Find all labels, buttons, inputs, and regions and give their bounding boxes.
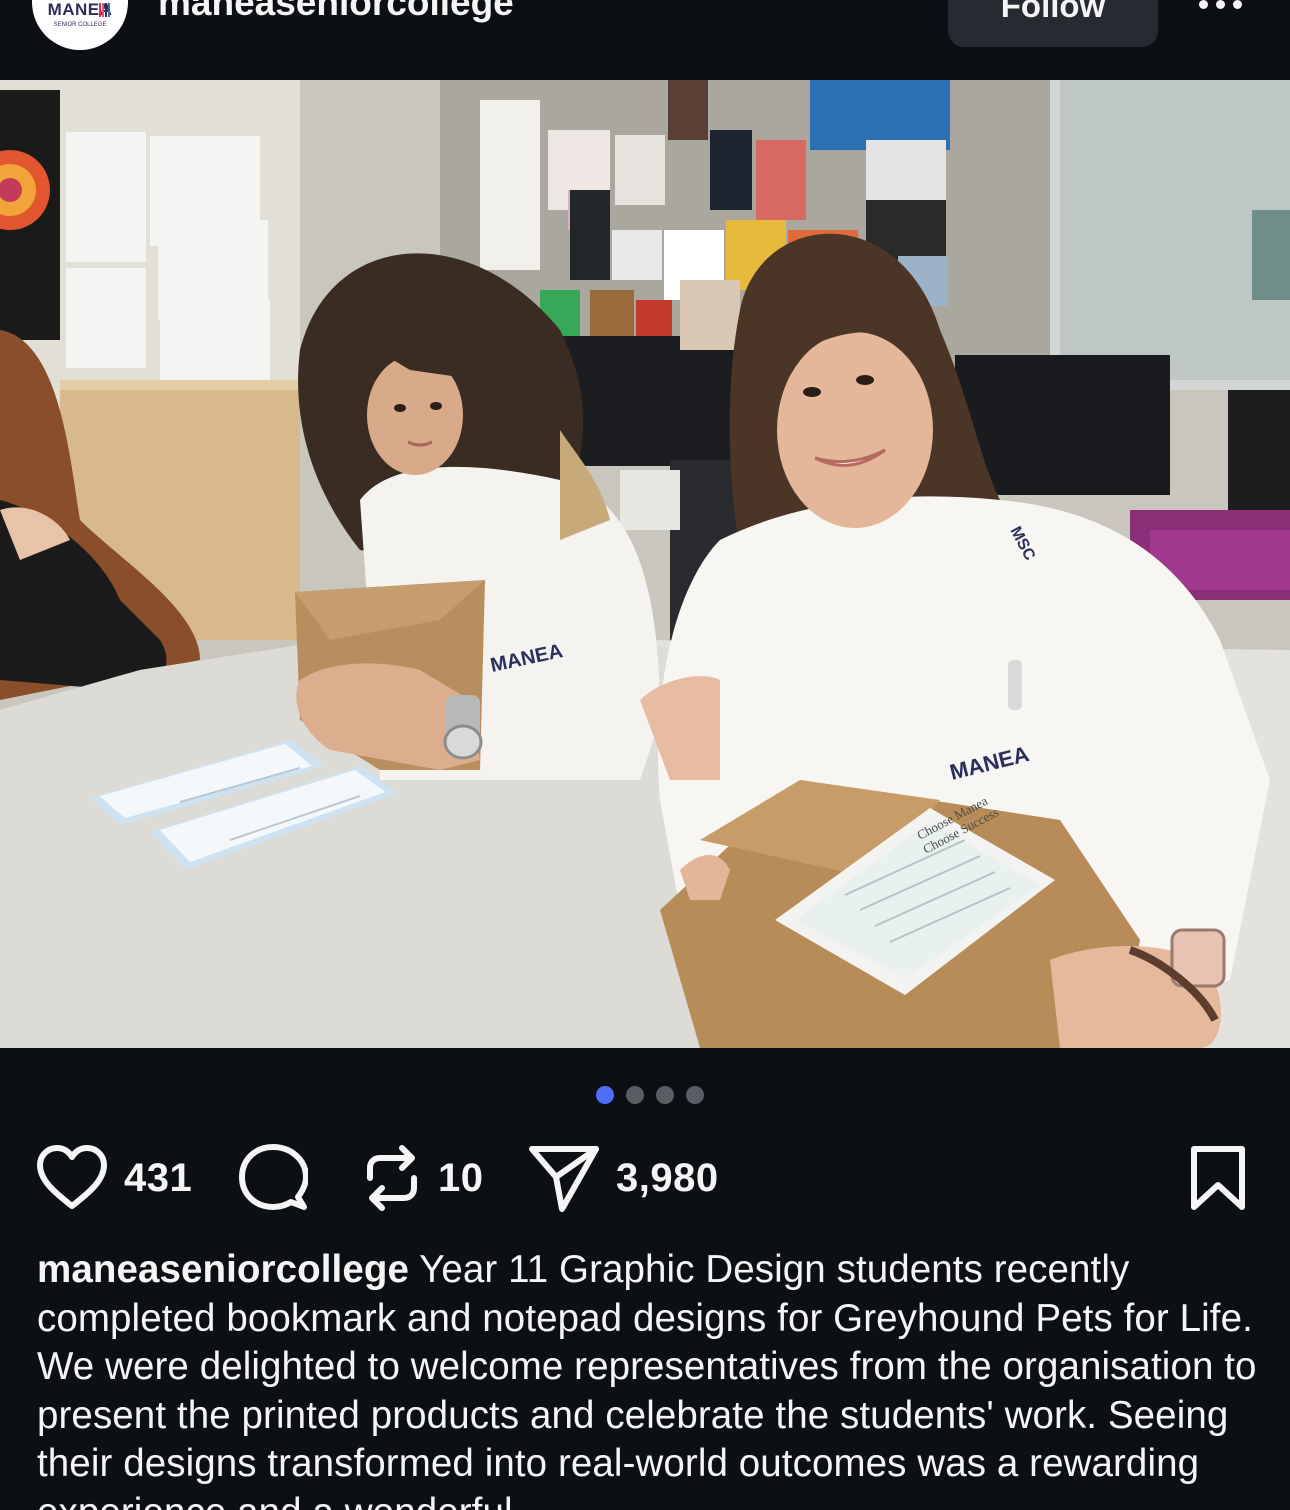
like-button[interactable]: 431: [36, 1140, 192, 1216]
repost-button[interactable]: 10: [362, 1140, 484, 1216]
share-count[interactable]: 3,980: [616, 1156, 719, 1201]
carousel-dot: [626, 1086, 644, 1104]
send-icon: [529, 1146, 599, 1212]
post-caption: maneaseniorcollege Year 11 Graphic Desig…: [37, 1246, 1267, 1510]
more-dot: [1215, 0, 1225, 9]
share-button[interactable]: 3,980: [528, 1140, 719, 1216]
follow-button[interactable]: Follow: [948, 0, 1158, 47]
repost-count[interactable]: 10: [438, 1156, 484, 1201]
avatar-logo-stripes: [99, 3, 110, 17]
more-dot: [1198, 0, 1208, 9]
post-screen: MANEA SENIOR COLLEGE maneaseniorcollege …: [0, 0, 1290, 1510]
carousel-dot: [686, 1086, 704, 1104]
post-photo[interactable]: MANEA MANEA MSC Choose Manea Choose Succ…: [0, 80, 1290, 1048]
header-username[interactable]: maneaseniorcollege: [158, 0, 514, 24]
more-dot: [1232, 0, 1242, 9]
comment-icon: [239, 1144, 308, 1210]
post-header: MANEA SENIOR COLLEGE maneaseniorcollege …: [0, 0, 1290, 80]
caption-username[interactable]: maneaseniorcollege: [37, 1248, 409, 1291]
avatar[interactable]: MANEA SENIOR COLLEGE: [32, 0, 128, 50]
more-options-icon[interactable]: [1190, 0, 1250, 14]
like-count[interactable]: 431: [124, 1156, 192, 1201]
heart-icon: [37, 1145, 107, 1209]
bookmark-icon: [1191, 1146, 1245, 1210]
carousel-dot: [656, 1086, 674, 1104]
save-button[interactable]: [1190, 1140, 1246, 1216]
comment-button[interactable]: [238, 1140, 308, 1216]
carousel-indicator: [0, 1086, 1290, 1104]
repost-icon: [367, 1145, 417, 1211]
action-bar: 431 10 3,980: [0, 1140, 1290, 1216]
avatar-logo-subtext: SENIOR COLLEGE: [53, 22, 107, 28]
carousel-dot-active: [596, 1086, 614, 1104]
